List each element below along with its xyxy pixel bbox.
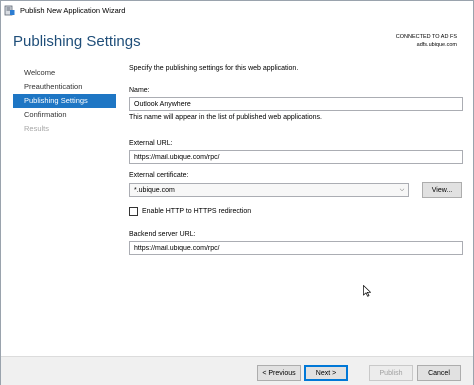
- external-certificate-value: *.ubique.com: [134, 186, 175, 194]
- connection-host: adfs.ubique.com: [416, 42, 457, 48]
- connection-info: CONNECTED TO AD FS adfs.ubique.com: [396, 33, 457, 49]
- wizard-footer: < Previous Next > Publish Cancel: [1, 357, 473, 385]
- external-url-label: External URL:: [129, 140, 173, 147]
- external-certificate-select[interactable]: *.ubique.com ⌵: [129, 183, 409, 197]
- step-publishing-settings[interactable]: Publishing Settings: [13, 94, 116, 108]
- backend-url-label: Backend server URL:: [129, 231, 196, 238]
- next-button[interactable]: Next >: [304, 365, 348, 381]
- name-label: Name:: [129, 87, 150, 94]
- publish-button: Publish: [369, 365, 413, 381]
- title-bar: Publish New Application Wizard: [1, 1, 473, 19]
- redirect-option[interactable]: Enable HTTP to HTTPS redirection: [129, 207, 251, 216]
- connection-status: CONNECTED TO AD FS: [395, 34, 457, 40]
- step-preauthentication[interactable]: Preauthentication: [13, 80, 116, 94]
- page-title: Publishing Settings: [13, 33, 141, 50]
- redirect-checkbox[interactable]: [129, 207, 138, 216]
- backend-url-input[interactable]: [129, 241, 463, 255]
- previous-button[interactable]: < Previous: [257, 365, 301, 381]
- mouse-cursor-icon: [363, 284, 372, 297]
- external-url-input[interactable]: [129, 150, 463, 164]
- chevron-down-icon: ⌵: [399, 186, 405, 193]
- server-app-icon: [4, 5, 15, 16]
- view-certificate-button[interactable]: View...: [422, 182, 462, 198]
- intro-text: Specify the publishing settings for this…: [129, 65, 299, 72]
- window-title: Publish New Application Wizard: [20, 5, 126, 15]
- name-input[interactable]: [129, 97, 463, 111]
- step-confirmation[interactable]: Confirmation: [13, 108, 116, 122]
- redirect-label: Enable HTTP to HTTPS redirection: [142, 208, 252, 215]
- cancel-button[interactable]: Cancel: [417, 365, 461, 381]
- wizard-window: Publish New Application Wizard Publishin…: [0, 0, 474, 385]
- wizard-header: Publishing Settings CONNECTED TO AD FS a…: [1, 19, 473, 61]
- step-welcome[interactable]: Welcome: [13, 66, 116, 80]
- name-hint: This name will appear in the list of pub…: [129, 114, 322, 121]
- step-results: Results: [24, 124, 50, 133]
- wizard-steps-sidebar: Welcome Preauthentication Publishing Set…: [13, 66, 116, 136]
- external-certificate-label: External certificate:: [129, 172, 189, 179]
